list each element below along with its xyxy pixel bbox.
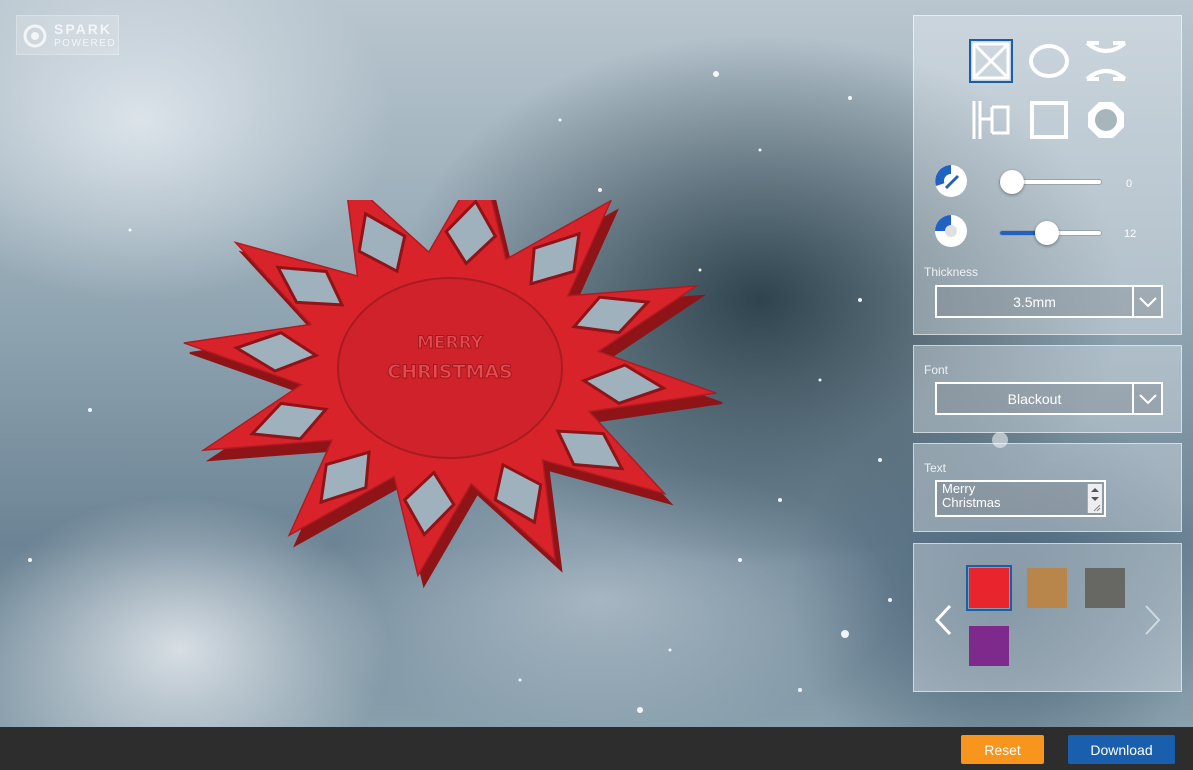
shape-x-button[interactable] <box>969 39 1013 83</box>
color-swatch-purple[interactable] <box>969 626 1009 666</box>
text-label: Text <box>924 461 947 475</box>
spark-powered-logo: SPARK POWERED <box>16 15 119 55</box>
spinner-arrows-icon <box>1091 488 1101 512</box>
footer-bar: Reset Download <box>0 727 1193 770</box>
rotation-slider[interactable] <box>999 170 1102 194</box>
bowtie-shape-icon <box>1085 41 1127 81</box>
emboss-text-line1: MERRY <box>417 333 484 353</box>
rotation-icon <box>935 165 967 197</box>
ellipse-shape-icon <box>1029 44 1069 78</box>
coaster-3d-model[interactable]: MERRY CHRISTMAS <box>170 200 740 610</box>
gear-shape-icon <box>1088 102 1124 138</box>
font-label: Font <box>924 363 949 377</box>
chevron-right-icon[interactable] <box>1144 604 1162 636</box>
segments-slider[interactable] <box>999 221 1102 245</box>
emboss-text-line2: CHRISTMAS <box>387 361 513 383</box>
font-select[interactable]: Blackout <box>935 382 1163 415</box>
rotation-slider-thumb[interactable] <box>1000 170 1024 194</box>
thickness-label: Thickness <box>924 265 979 279</box>
spark-logo-icon <box>23 24 47 48</box>
shape-square-button[interactable] <box>1027 98 1071 142</box>
thickness-value: 3.5mm <box>1013 293 1056 310</box>
bracket-shape-icon <box>972 101 1010 139</box>
rotation-value: 0 <box>1126 178 1133 190</box>
color-swatch-gray[interactable] <box>1085 568 1125 608</box>
chevron-down-icon <box>1132 287 1161 316</box>
color-swatch-red[interactable] <box>966 565 1012 611</box>
color-swatch-tan[interactable] <box>1027 568 1067 608</box>
shape-ellipse-button[interactable] <box>1027 39 1071 83</box>
logo-text-powered: POWERED <box>54 38 117 49</box>
text-panel: Text Merry Christmas <box>913 443 1182 532</box>
x-shape-icon <box>972 42 1010 80</box>
text-input-spinner[interactable] <box>1087 484 1102 513</box>
shape-bracket-button[interactable] <box>969 98 1013 142</box>
shape-bowtie-button[interactable] <box>1084 39 1128 83</box>
logo-text-spark: SPARK <box>54 21 112 37</box>
text-input[interactable]: Merry Christmas <box>935 480 1106 517</box>
text-input-line1: Merry <box>942 481 976 496</box>
segments-icon <box>935 215 967 247</box>
segments-value: 12 <box>1124 228 1137 240</box>
shape-gear-button[interactable] <box>1084 98 1128 142</box>
reset-button[interactable]: Reset <box>961 735 1044 764</box>
color-panel <box>913 543 1182 692</box>
font-value: Blackout <box>1007 390 1062 407</box>
font-panel: Font Blackout <box>913 345 1182 433</box>
download-button[interactable]: Download <box>1068 735 1175 764</box>
text-input-line2: Christmas <box>942 495 1001 510</box>
shape-panel: 0 12 Thickness 3.5mm <box>913 15 1182 335</box>
chevron-left-icon[interactable] <box>934 604 952 636</box>
chevron-down-icon <box>1132 384 1161 413</box>
thickness-select[interactable]: 3.5mm <box>935 285 1163 318</box>
square-shape-icon <box>1030 101 1068 139</box>
segments-slider-thumb[interactable] <box>1034 221 1059 245</box>
